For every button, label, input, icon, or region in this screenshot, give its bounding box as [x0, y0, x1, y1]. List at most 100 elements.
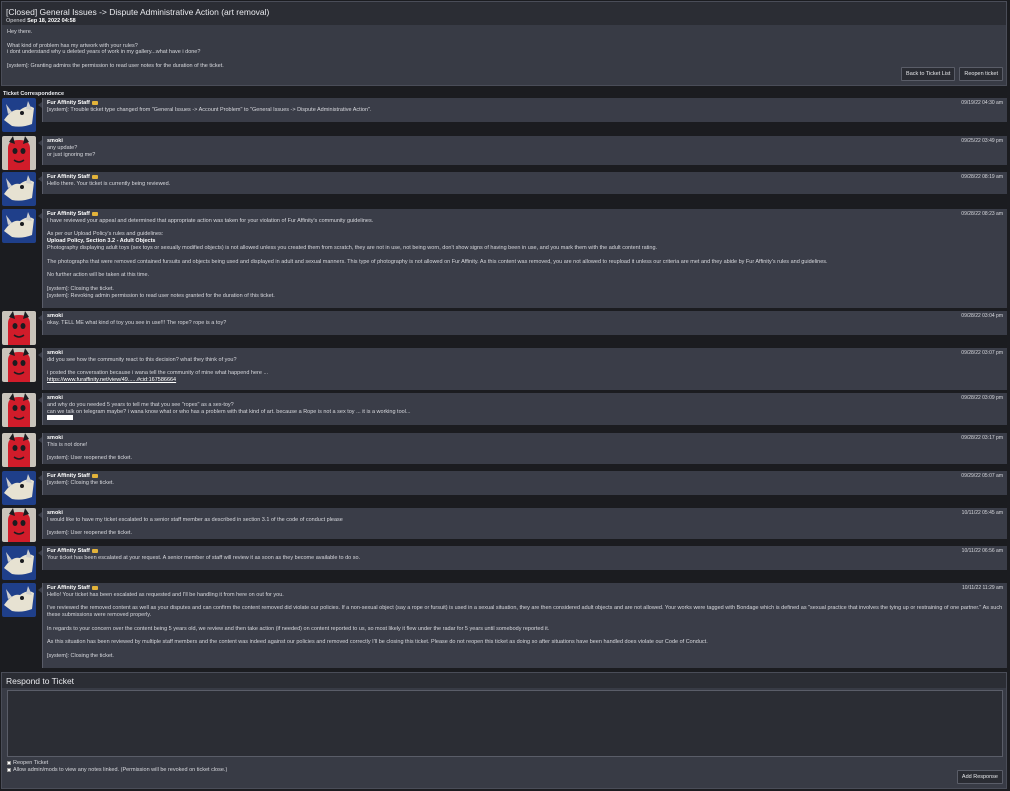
staff-avatar[interactable]: [2, 98, 36, 132]
ticket-line: Hey there.: [7, 29, 33, 35]
ticket-title: [Closed] General Issues -> Dispute Admin…: [6, 7, 270, 17]
message: smoki 09/28/22 03:09 pm and why do you nee…: [1, 393, 1007, 425]
message-line: okay. TELL ME what kind of toy you see i…: [47, 319, 227, 326]
reopen-ticket-button[interactable]: Reopen ticket: [959, 67, 1003, 81]
message: Fur Affinity Staff 09/28/22 08:23 am I hav…: [1, 209, 1007, 308]
message-line: In regards to your concern over the cont…: [47, 625, 550, 632]
ticket-line: [7, 36, 1001, 43]
back-to-ticket-list-button[interactable]: Back to Ticket List: [901, 67, 956, 81]
message-author[interactable]: smoki: [47, 435, 63, 441]
staff-avatar[interactable]: [2, 546, 36, 580]
opened-date: Sep 18, 2022 04:58: [27, 18, 76, 24]
user-avatar[interactable]: [2, 433, 36, 467]
message-meta: smoki 09/28/22 03:17 pm: [47, 435, 1003, 442]
ticket-opened: Opened Sep 18, 2022 04:58: [6, 18, 1002, 24]
staff-badge-icon: [91, 473, 98, 478]
message: Fur Affinity Staff 09/19/22 04:30 am [syst…: [1, 98, 1007, 122]
ticket-line: What kind of problem has my artwork with…: [7, 42, 138, 49]
message-time: 09/28/22 03:07 pm: [961, 350, 1003, 356]
message-link[interactable]: https://www.furaffinity.net/view/49.....…: [47, 377, 176, 383]
staff-badge-icon: [91, 174, 98, 179]
respond-title: Respond to Ticket: [2, 673, 1006, 688]
ticket-body: Hey there. What kind of problem has my a…: [2, 25, 1006, 74]
message: Fur Affinity Staff 09/28/22 08:19 am Hello…: [1, 172, 1007, 194]
allow-notes-checkbox-row[interactable]: Allow admin/mods to view any notes linke…: [7, 767, 227, 773]
message-line: Your ticket has been escalated at your r…: [47, 554, 361, 561]
staff-avatar[interactable]: [2, 172, 36, 206]
reopen-ticket-label: Reopen Ticket: [13, 760, 49, 766]
message-time: 09/25/22 03:49 pm: [961, 138, 1003, 144]
message-bubble: smoki 10/11/22 05:45 am I would like to ha…: [38, 508, 1007, 539]
message-line: Hello there. Your ticket is currently be…: [47, 180, 171, 187]
message-author[interactable]: Fur Affinity Staff: [47, 548, 90, 554]
staff-avatar[interactable]: [2, 583, 36, 617]
opened-label: Opened: [6, 18, 26, 24]
allow-notes-checkbox[interactable]: [7, 768, 11, 772]
user-avatar[interactable]: [2, 393, 36, 427]
message-line: can we talk on telegram maybe? i wana kn…: [47, 408, 411, 415]
message-time: 09/29/22 05:07 am: [961, 473, 1003, 479]
message: smoki 09/28/22 03:04 pm okay. TELL ME what…: [1, 311, 1007, 335]
message-author[interactable]: Fur Affinity Staff: [47, 211, 90, 217]
message-line: I would like to have my ticket escalated…: [47, 516, 343, 523]
message-author[interactable]: smoki: [47, 313, 63, 319]
message-author[interactable]: smoki: [47, 395, 63, 401]
message-meta: Fur Affinity Staff 09/29/22 05:07 am: [47, 473, 1003, 480]
message-time: 09/28/22 08:23 am: [961, 211, 1003, 217]
message-meta: smoki 09/28/22 03:09 pm: [47, 395, 1003, 402]
reopen-ticket-checkbox[interactable]: [7, 761, 11, 765]
allow-notes-label: Allow admin/mods to view any notes linke…: [13, 767, 228, 773]
user-avatar[interactable]: [2, 136, 36, 170]
staff-badge-icon: [91, 211, 98, 216]
redacted-box: [47, 415, 1003, 423]
message: smoki 09/28/22 03:07 pm did you see how th…: [1, 348, 1007, 390]
user-avatar[interactable]: [2, 508, 36, 542]
message: Fur Affinity Staff 10/11/22 11:29 am Hello…: [1, 583, 1007, 668]
message-author[interactable]: Fur Affinity Staff: [47, 473, 90, 479]
reopen-ticket-checkbox-row[interactable]: Reopen Ticket: [7, 760, 48, 766]
staff-badge-icon: [91, 585, 98, 590]
message-line: I've reviewed the removed content as wel…: [47, 605, 1003, 619]
response-textarea[interactable]: [7, 690, 1003, 757]
staff-badge-icon: [91, 548, 98, 553]
message-bubble: Fur Affinity Staff 10/11/22 11:29 am Hello…: [38, 583, 1007, 668]
message-author[interactable]: Fur Affinity Staff: [47, 585, 90, 591]
policy-heading: Upload Policy, Section 3.2 - Adult Objec…: [47, 238, 156, 245]
message-link-row: https://www.furaffinity.net/view/49.....…: [47, 377, 1003, 384]
ticket-actions: Back to Ticket List Reopen ticket: [901, 67, 1003, 81]
staff-badge-icon: [91, 100, 98, 105]
ticket-title-bar: [Closed] General Issues -> Dispute Admin…: [2, 2, 1006, 25]
message-line: [system]: User reopened the ticket.: [47, 455, 132, 462]
add-response-button[interactable]: Add Response: [956, 770, 1003, 784]
message-bubble: smoki 09/28/22 03:09 pm and why do you nee…: [38, 393, 1007, 425]
ticket-line: [7, 56, 1001, 63]
staff-avatar[interactable]: [2, 471, 36, 505]
message-line: [system]: Closing the ticket.: [47, 479, 114, 486]
message-line: I have reviewed your appeal and determin…: [47, 217, 374, 224]
message-author[interactable]: Fur Affinity Staff: [47, 174, 90, 180]
message-line: did you see how the community react to t…: [47, 356, 237, 363]
message-author[interactable]: Fur Affinity Staff: [47, 100, 90, 106]
message-line: Upload Policy, Section 3.2 - Adult Objec…: [47, 238, 1003, 245]
user-avatar[interactable]: [2, 348, 36, 382]
message-bubble: smoki 09/28/22 03:17 pm This is not done! …: [38, 433, 1007, 464]
message-line: As per our Upload Policy's rules and gui…: [47, 231, 164, 238]
message-line: No further action will be taken at this …: [47, 272, 150, 279]
message-author[interactable]: smoki: [47, 350, 63, 356]
message-line: The photographs that were removed contai…: [47, 258, 828, 265]
message-meta: smoki 09/28/22 03:04 pm: [47, 313, 1003, 320]
message-line: or just ignoring me?: [47, 151, 96, 158]
message-line: This is not done!: [47, 441, 88, 448]
user-avatar[interactable]: [2, 311, 36, 345]
message-author[interactable]: smoki: [47, 138, 63, 144]
staff-avatar[interactable]: [2, 209, 36, 243]
message-author[interactable]: smoki: [47, 510, 63, 516]
message-line: As this situation has been reviewed by m…: [47, 639, 708, 646]
ticket-correspondence-label: Ticket Correspondence: [3, 91, 65, 97]
